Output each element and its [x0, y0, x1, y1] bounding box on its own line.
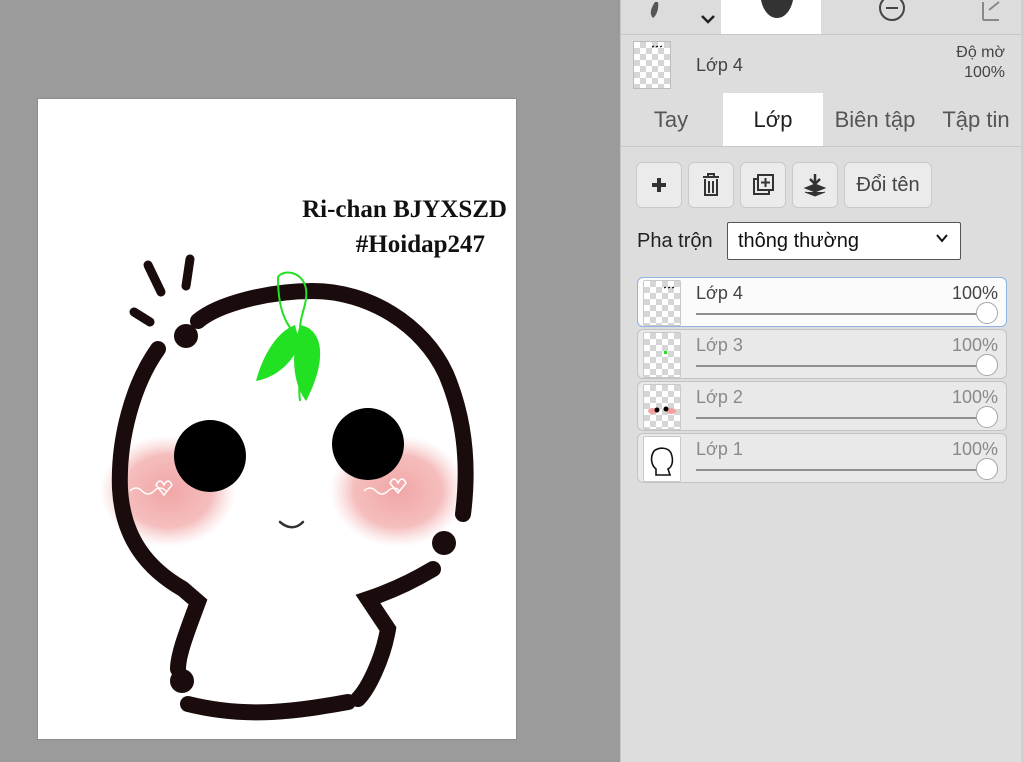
tab-tay[interactable]: Tay [621, 93, 721, 146]
rename-layer-button[interactable]: Đổi tên [844, 162, 932, 208]
layer-thumbnail [643, 280, 681, 326]
hand-icon[interactable] [757, 0, 797, 30]
drawing-canvas[interactable]: Ri-chan BJYXSZD #Hoidap247 [38, 99, 516, 739]
opacity-label: Độ mờ [956, 44, 1005, 61]
trash-icon [703, 173, 719, 196]
layer-opacity-knob[interactable] [976, 354, 998, 376]
artwork-illustration [100, 254, 474, 721]
delete-layer-button[interactable] [688, 162, 734, 208]
layer-opacity: 100% [951, 283, 998, 303]
layer-opacity-knob[interactable] [976, 406, 998, 428]
blend-mode-label: Pha trộn [637, 230, 713, 252]
layer-thumbnail [643, 332, 681, 378]
export-icon[interactable] [975, 0, 1005, 30]
layer-name: Lớp 4 [696, 283, 743, 303]
artwork-title-text: Ri-chan BJYXSZD [302, 196, 507, 223]
layer-thumbnail [643, 384, 681, 430]
chevron-down-icon [934, 230, 950, 251]
pen-icon[interactable] [643, 0, 673, 30]
merge-down-button[interactable] [792, 162, 838, 208]
layer-opacity-slider[interactable] [696, 313, 988, 315]
opacity-value: 100% [964, 64, 1005, 81]
blend-mode-select[interactable]: thông thường [727, 222, 961, 260]
layer-opacity: 100% [951, 387, 998, 407]
minus-circle-icon[interactable] [877, 0, 907, 30]
layer-opacity-slider[interactable] [696, 469, 988, 471]
layer-opacity-knob[interactable] [976, 458, 998, 480]
tab-lop[interactable]: Lớp [723, 93, 823, 146]
duplicate-layer-button[interactable] [740, 162, 786, 208]
layer-row[interactable]: Lớp 4 100% [637, 277, 1007, 327]
tab-tap-tin[interactable]: Tập tin [927, 93, 1024, 146]
layer-opacity: 100% [951, 439, 998, 459]
plus-icon [652, 178, 666, 192]
artwork-hashtag-text: #Hoidap247 [355, 231, 485, 258]
add-layer-button[interactable] [636, 162, 682, 208]
layer-row[interactable]: Lớp 3 100% [637, 329, 1007, 379]
layer-name: Lớp 1 [696, 439, 743, 459]
merge-down-icon [803, 174, 827, 197]
layer-row[interactable]: Lớp 1 100% [637, 433, 1007, 483]
current-layer-thumbnail [633, 41, 671, 89]
blend-mode-value: thông thường [738, 230, 860, 252]
panel-tabs: Tay Lớp Biên tập Tập tin [621, 93, 1024, 147]
layer-opacity-slider[interactable] [696, 365, 988, 367]
layer-thumbnail [643, 436, 681, 482]
chevron-down-icon[interactable] [693, 4, 723, 34]
top-toolbar [621, 0, 1024, 35]
current-layer-opacity: Độ mờ 100% [956, 43, 1005, 83]
current-layer-header: Lớp 4 Độ mờ 100% [621, 35, 1024, 93]
tab-bien-tap[interactable]: Biên tập [825, 93, 925, 146]
layer-name: Lớp 3 [696, 335, 743, 355]
duplicate-icon [753, 174, 774, 195]
layer-row[interactable]: Lớp 2 100% [637, 381, 1007, 431]
layer-name: Lớp 2 [696, 387, 743, 407]
drawing-workspace[interactable]: Ri-chan BJYXSZD #Hoidap247 [0, 0, 620, 762]
layer-opacity-slider[interactable] [696, 417, 988, 419]
layer-opacity: 100% [951, 335, 998, 355]
current-layer-name: Lớp 4 [696, 55, 743, 75]
layer-opacity-knob[interactable] [976, 302, 998, 324]
layers-side-panel: Lớp 4 Độ mờ 100% Tay Lớp Biên tập Tập ti… [620, 0, 1024, 762]
